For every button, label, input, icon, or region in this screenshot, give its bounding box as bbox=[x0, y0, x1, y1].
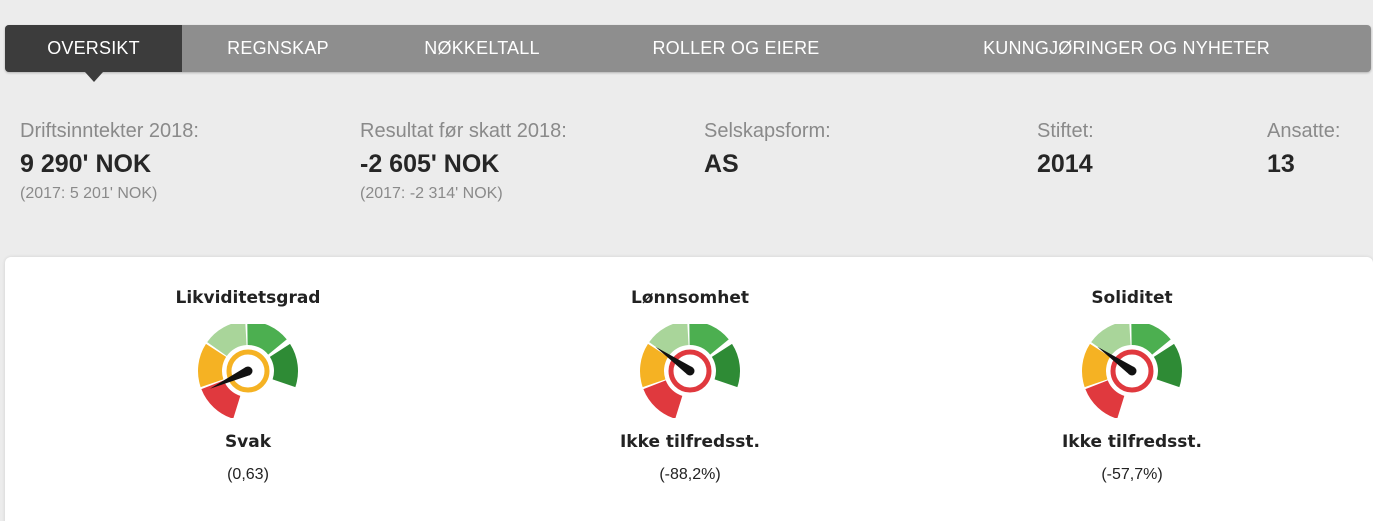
fact-label: Stiftet: bbox=[1037, 120, 1094, 142]
tab-roller-og-eiere[interactable]: ROLLER OG EIERE bbox=[590, 25, 882, 72]
metric-lonnsomhet: Lønnsomhet Ikke tilfredsst. (-88,2%) bbox=[540, 257, 840, 484]
metric-value: (-88,2%) bbox=[659, 466, 721, 483]
fact-previous-year: (2017: -2 314' NOK) bbox=[360, 185, 503, 202]
metric-value: (0,63) bbox=[227, 466, 269, 483]
gauge-hub bbox=[685, 366, 695, 376]
fact-value: 9 290' NOK bbox=[20, 150, 152, 178]
tab-nokkeltall[interactable]: NØKKELTALL bbox=[374, 25, 590, 72]
fact-label: Selskapsform: bbox=[704, 120, 831, 142]
metric-likviditetsgrad: Likviditetsgrad Svak (0,63) bbox=[98, 257, 398, 484]
fact-previous-year: (2017: 5 201' NOK) bbox=[20, 185, 158, 202]
metric-status: Ikke tilfredsst. bbox=[1061, 432, 1202, 452]
gauge-icon bbox=[1082, 324, 1182, 418]
gauge-hub bbox=[243, 366, 253, 376]
fact-result: Resultat før skatt 2018: -2 605' NOK (20… bbox=[360, 120, 567, 203]
gauge-segment-darkgreen bbox=[269, 343, 298, 388]
gauge-hub bbox=[1127, 366, 1137, 376]
metric-value: (-57,7%) bbox=[1101, 466, 1163, 483]
fact-label: Ansatte: bbox=[1267, 120, 1341, 142]
metrics-panel: Likviditetsgrad Svak (0,63) Lønnsomhet I… bbox=[5, 257, 1373, 521]
gauge-icon bbox=[198, 324, 298, 418]
fact-value: 13 bbox=[1267, 150, 1295, 178]
fact-revenue: Driftsinntekter 2018: 9 290' NOK (2017: … bbox=[20, 120, 199, 203]
metric-title: Likviditetsgrad bbox=[175, 288, 321, 308]
metric-soliditet: Soliditet Ikke tilfredsst. (-57,7%) bbox=[982, 257, 1282, 484]
gauge-segment-darkgreen bbox=[711, 343, 740, 388]
fact-employees: Ansatte: 13 bbox=[1267, 120, 1340, 179]
key-facts: Driftsinntekter 2018: 9 290' NOK (2017: … bbox=[0, 120, 1373, 220]
tab-kunngjoringer-og-nyheter[interactable]: KUNNGJØRINGER OG NYHETER bbox=[882, 25, 1371, 72]
gauge-icon bbox=[640, 324, 740, 418]
metric-status: Ikke tilfredsst. bbox=[619, 432, 760, 452]
fact-company-form: Selskapsform: AS bbox=[704, 120, 831, 179]
main-tab-bar: OVERSIKT REGNSKAP NØKKELTALL ROLLER OG E… bbox=[5, 25, 1371, 82]
fact-value: 2014 bbox=[1037, 150, 1093, 178]
tab-oversikt[interactable]: OVERSIKT bbox=[5, 25, 182, 82]
fact-label: Resultat før skatt 2018: bbox=[360, 120, 567, 142]
metric-title: Soliditet bbox=[1091, 288, 1173, 308]
gauge-segment-darkgreen bbox=[1153, 343, 1182, 388]
fact-label: Driftsinntekter 2018: bbox=[20, 120, 199, 142]
metric-title: Lønnsomhet bbox=[631, 288, 749, 308]
metric-status: Svak bbox=[224, 432, 272, 452]
fact-founded: Stiftet: 2014 bbox=[1037, 120, 1094, 179]
fact-value: AS bbox=[704, 150, 739, 178]
tab-regnskap[interactable]: REGNSKAP bbox=[182, 25, 374, 72]
fact-value: -2 605' NOK bbox=[360, 150, 500, 178]
